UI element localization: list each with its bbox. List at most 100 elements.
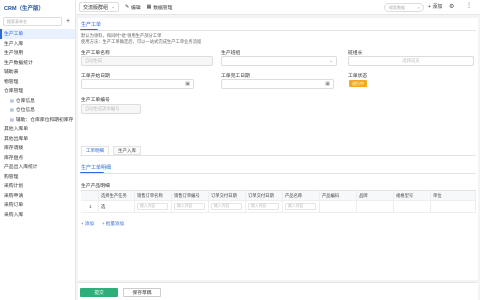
- more-icon[interactable]: ⋮: [466, 2, 472, 9]
- app-select-value: 交流版群组: [83, 4, 109, 11]
- sidebar-item-label: 生产领用: [4, 51, 24, 57]
- sidebar-item[interactable]: 其他出库单: [0, 134, 75, 144]
- topbar-search-input[interactable]: 搜索数据 ⌕: [384, 3, 424, 12]
- calendar-icon: ▣: [185, 81, 190, 87]
- sidebar-item[interactable]: 产品出入库统计: [0, 162, 75, 172]
- sidebar-item[interactable]: 物管理: [0, 77, 75, 87]
- add-button[interactable]: + 添加: [428, 3, 442, 10]
- cell-input[interactable]: 输入内容: [285, 203, 317, 210]
- end-date-field[interactable]: ▣: [221, 79, 334, 89]
- cell-input[interactable]: 输入内容: [137, 203, 169, 210]
- batch-add-link[interactable]: + 批量添加: [102, 221, 124, 227]
- sidebar-item[interactable]: 仓库管理: [0, 86, 75, 96]
- table-cell: [431, 201, 476, 213]
- sidebar-item[interactable]: 采购申请: [0, 191, 75, 201]
- form-panel: 生产工单 默认为领料，和同时"批"领用生产部分工单 使用方法：生产工单确定后，可…: [78, 18, 478, 280]
- add-form-icon[interactable]: +: [64, 18, 72, 26]
- chevron-down-icon: ⌄: [111, 4, 115, 9]
- team-select[interactable]: ⌄: [221, 56, 337, 66]
- sidebar-item[interactable]: 采购入库: [0, 210, 75, 220]
- form-note: 使用方法：生产工单确定后，可以一站式完成生产工单业务流程: [81, 39, 202, 44]
- sidebar-item[interactable]: ▤ 辅助：仓库库位和期初库存: [0, 115, 75, 125]
- plus-icon: +: [428, 4, 431, 10]
- form-footer: 提交 保存草稿: [78, 282, 478, 300]
- sidebar-item[interactable]: 生产入库: [0, 39, 75, 49]
- table-cell: 输入内容: [283, 201, 320, 213]
- data-manage-button[interactable]: ▦ 数据管理: [147, 4, 173, 11]
- sidebar-item-label: 库存调拨: [4, 146, 24, 152]
- sidebar-item-label: 库存盘点: [4, 155, 24, 161]
- leader-picker[interactable]: 选择成员: [348, 56, 474, 66]
- table-header-cell: 销售订单名称: [135, 191, 172, 201]
- cell-input[interactable]: 输入内容: [248, 203, 280, 210]
- table-icon: ▦: [146, 4, 152, 10]
- add-row-link[interactable]: + 添加: [81, 221, 94, 227]
- sidebar-item[interactable]: 生产数据统计: [0, 58, 75, 68]
- calendar-icon: ▣: [325, 81, 330, 87]
- sidebar-item[interactable]: 采购订单: [0, 200, 75, 210]
- sidebar-item[interactable]: 采购计划: [0, 181, 75, 191]
- section-title: 生产工单: [81, 22, 102, 28]
- form-icon: ▤: [10, 107, 14, 113]
- detail-title: 生产工单明细: [81, 165, 112, 171]
- sidebar-search-input[interactable]: 搜索表单名: [3, 17, 62, 26]
- order-name-field[interactable]: 自动生成: [81, 56, 213, 66]
- tab-order-detail[interactable]: 工单明细: [81, 146, 109, 155]
- sidebar-item[interactable]: 辅助表: [0, 67, 75, 77]
- detail-table: 选择生产任务 销售订单名称 销售订单编号 订单交付日期 订单交付日期 产品名称 产品编码 品牌…: [81, 190, 476, 213]
- sidebar-item[interactable]: 其他入库单: [0, 124, 75, 134]
- app-select[interactable]: 交流版群组 ⌄: [79, 2, 119, 12]
- topbar: 交流版群组 ⌄ ✎ 编辑 ▦ 数据管理 搜索数据 ⌕ + 添加 ⚙ ⋮: [76, 0, 480, 15]
- order-no-field[interactable]: 自动生成流水编号: [81, 104, 141, 114]
- order-name-label: 生产工单名称: [81, 51, 110, 56]
- gear-icon[interactable]: ⚙: [449, 3, 454, 10]
- sidebar-item[interactable]: 生产领用: [0, 48, 75, 58]
- sidebar-item[interactable]: 库存盘点: [0, 153, 75, 163]
- table-cell: 输入内容: [209, 201, 246, 213]
- cell-input[interactable]: 输入内容: [174, 203, 206, 210]
- sidebar-item[interactable]: ▤ 仓库信息: [0, 96, 75, 106]
- table-header-cell: 产品编码: [320, 191, 357, 201]
- table-header-cell: 销售订单编号: [172, 191, 209, 201]
- sidebar-item-label: 采购订单: [4, 203, 24, 209]
- sidebar-item-label: 其他入库单: [4, 127, 28, 133]
- sidebar-item[interactable]: 生产工单: [0, 29, 75, 39]
- table-cell: [357, 201, 394, 213]
- table-header-cell: 订单交付日期: [209, 191, 246, 201]
- team-label: 生产班组: [221, 51, 241, 56]
- cell-input[interactable]: 输入内容: [211, 203, 243, 210]
- leader-placeholder: 选择成员: [402, 58, 420, 63]
- sidebar-item-label: 辅助表: [4, 70, 19, 76]
- submit-button[interactable]: 提交: [80, 288, 118, 297]
- leader-label: 班组长: [348, 51, 363, 56]
- sidebar-item-label: 其他出库单: [4, 136, 28, 142]
- data-manage-label: 数据管理: [153, 5, 173, 11]
- sidebar-item[interactable]: 库存调拨: [0, 143, 75, 153]
- tab-production-inbound[interactable]: 生产入库: [113, 146, 141, 155]
- sidebar-item-label: 仓库管理: [4, 89, 24, 95]
- sidebar-item[interactable]: ▤ 仓位信息: [0, 105, 75, 115]
- sidebar-item-label: 物管理: [4, 79, 19, 85]
- start-date-field[interactable]: ▣: [81, 79, 194, 89]
- sidebar-item-label: 采购计划: [4, 184, 24, 190]
- save-draft-button[interactable]: 保存草稿: [123, 288, 161, 297]
- topbar-search-placeholder: 搜索数据: [389, 4, 405, 10]
- sidebar-item[interactable]: 购管理: [0, 172, 75, 182]
- sidebar-item-label: 生产工单: [4, 32, 24, 38]
- sidebar-list: 生产工单 生产入库 生产领用 生产数据统计 辅助表 物管理 仓库管理 ▤ 仓库信息 ▤ 仓位信息 ▤ 辅…: [0, 29, 75, 219]
- status-badge[interactable]: 进行中: [349, 80, 367, 87]
- tabs-divider: [80, 155, 476, 156]
- add-label: 添加: [432, 4, 443, 10]
- add-row-label: 添加: [84, 221, 94, 226]
- pencil-icon: ✎: [125, 4, 130, 10]
- sidebar-item-label: 采购申请: [4, 193, 24, 199]
- status-label: 工单状态: [348, 74, 368, 79]
- table-header: 选择生产任务 销售订单名称 销售订单编号 订单交付日期 订单交付日期 产品名称 产品编码 品牌…: [81, 191, 476, 201]
- sidebar: CRM（生产版） 搜索表单名 + 生产工单 生产入库 生产领用 生产数据统计 辅助表 物管…: [0, 0, 76, 300]
- row-index: 1: [81, 201, 99, 213]
- sidebar-search: 搜索表单名 +: [3, 17, 72, 26]
- form-icon: ▤: [10, 116, 14, 122]
- edit-button[interactable]: ✎ 编辑: [125, 4, 141, 11]
- sidebar-item-label: 仓库信息: [15, 98, 35, 104]
- select-task-button[interactable]: 选: [101, 204, 105, 210]
